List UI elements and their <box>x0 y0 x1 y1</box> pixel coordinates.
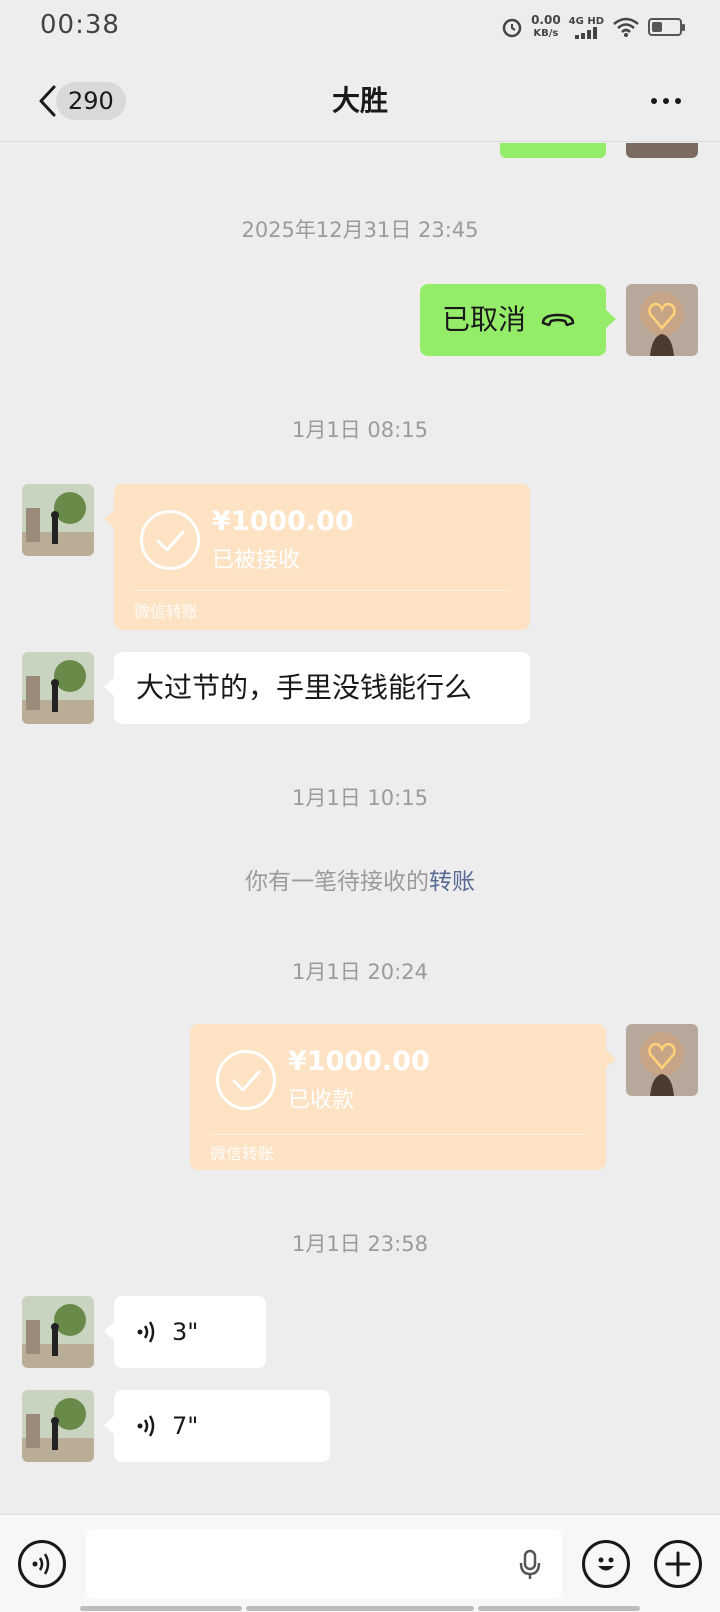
call-cancelled-bubble[interactable]: 已取消 <box>420 284 606 356</box>
contact-avatar[interactable] <box>22 484 94 556</box>
transfer-amount: ¥1000.00 <box>288 1046 430 1077</box>
gesture-bar <box>246 1606 474 1611</box>
bubble-tail <box>104 678 114 696</box>
chat-header: 290 大胜 <box>0 62 720 142</box>
timestamp: 1月1日 23:58 <box>292 1232 428 1256</box>
voice-message-bubble[interactable]: 3" <box>114 1296 266 1368</box>
heart-avatar-image <box>626 1024 698 1096</box>
transfer-amount: ¥1000.00 <box>212 506 354 537</box>
transfer-link[interactable]: 转账 <box>429 869 475 895</box>
signal-icon <box>575 26 598 39</box>
net-speed: 0.00 KB/s <box>531 13 561 40</box>
self-avatar[interactable] <box>626 284 698 356</box>
voice-message-bubble[interactable]: 7" <box>114 1390 330 1462</box>
transfer-status: 已被接收 <box>212 548 301 573</box>
contact-avatar-image <box>22 652 94 724</box>
self-avatar[interactable] <box>626 1024 698 1096</box>
contact-avatar-image <box>22 484 94 556</box>
contact-avatar-image <box>22 1390 94 1462</box>
divider <box>210 1134 586 1135</box>
voice-duration: 7" <box>172 1412 199 1440</box>
gesture-bar <box>478 1606 640 1611</box>
dot-icon <box>675 98 681 104</box>
text-message-bubble[interactable]: 大过节的，手里没钱能行么 <box>114 652 530 724</box>
system-notice: 你有一笔待接收的转账 <box>245 869 475 895</box>
voice-wave-icon <box>137 1415 155 1437</box>
bubble-tail <box>606 310 616 328</box>
network-label: 4G HD <box>568 15 604 27</box>
battery-fill <box>652 22 662 32</box>
contact-avatar[interactable] <box>22 652 94 724</box>
bubble-tail <box>104 1416 114 1434</box>
check-circle-icon <box>140 510 200 570</box>
divider <box>134 590 510 591</box>
wifi-icon <box>613 17 639 37</box>
input-bar <box>0 1514 720 1612</box>
timestamp: 1月1日 10:15 <box>292 786 428 810</box>
plus-icon <box>665 1551 691 1577</box>
status-icons: 0.00 KB/s 4G HD <box>501 13 685 40</box>
more-functions-button[interactable] <box>654 1540 702 1588</box>
contact-avatar-image <box>22 1296 94 1368</box>
smiley-icon <box>598 1557 614 1571</box>
voice-wave-icon <box>137 1321 155 1343</box>
status-time: 00:38 <box>40 10 120 40</box>
transfer-label: 微信转账 <box>210 1144 275 1163</box>
transfer-card[interactable]: ¥1000.00 已收款 微信转账 <box>190 1024 606 1170</box>
timestamp: 1月1日 08:15 <box>292 418 428 442</box>
transfer-card[interactable]: ¥1000.00 已被接收 微信转账 <box>114 484 530 630</box>
voice-duration: 3" <box>172 1318 199 1346</box>
bubble-tail <box>104 510 114 528</box>
previous-self-bubble[interactable] <box>500 143 606 158</box>
microphone-icon[interactable] <box>518 1549 542 1581</box>
signal-group: 4G HD <box>569 16 604 39</box>
timestamp: 1月1日 20:24 <box>292 960 428 984</box>
voice-input-toggle[interactable] <box>18 1540 66 1588</box>
gesture-bar <box>80 1606 242 1611</box>
phone-hangup-icon <box>541 313 575 327</box>
chevron-left-icon <box>39 85 56 117</box>
more-options-button[interactable] <box>642 80 690 122</box>
heart-avatar-image <box>626 284 698 356</box>
dot-icon <box>651 98 657 104</box>
contact-avatar[interactable] <box>22 1390 94 1462</box>
check-circle-icon <box>216 1050 276 1110</box>
bubble-tail <box>606 1050 616 1068</box>
unread-count-badge[interactable]: 290 <box>56 82 126 120</box>
message-input[interactable] <box>86 1529 562 1599</box>
dot-icon <box>663 98 669 104</box>
transfer-status: 已收款 <box>288 1088 355 1113</box>
battery-icon <box>648 18 685 36</box>
timestamp: 2025年12月31日 23:45 <box>241 218 479 242</box>
emoji-button[interactable] <box>582 1540 630 1588</box>
bubble-tail <box>104 1322 114 1340</box>
call-status-text: 已取消 <box>442 303 527 336</box>
transfer-label: 微信转账 <box>134 602 199 621</box>
alarm-icon <box>502 18 522 38</box>
contact-avatar[interactable] <box>22 1296 94 1368</box>
self-avatar[interactable] <box>626 143 698 158</box>
voice-wave-icon <box>32 1553 50 1575</box>
